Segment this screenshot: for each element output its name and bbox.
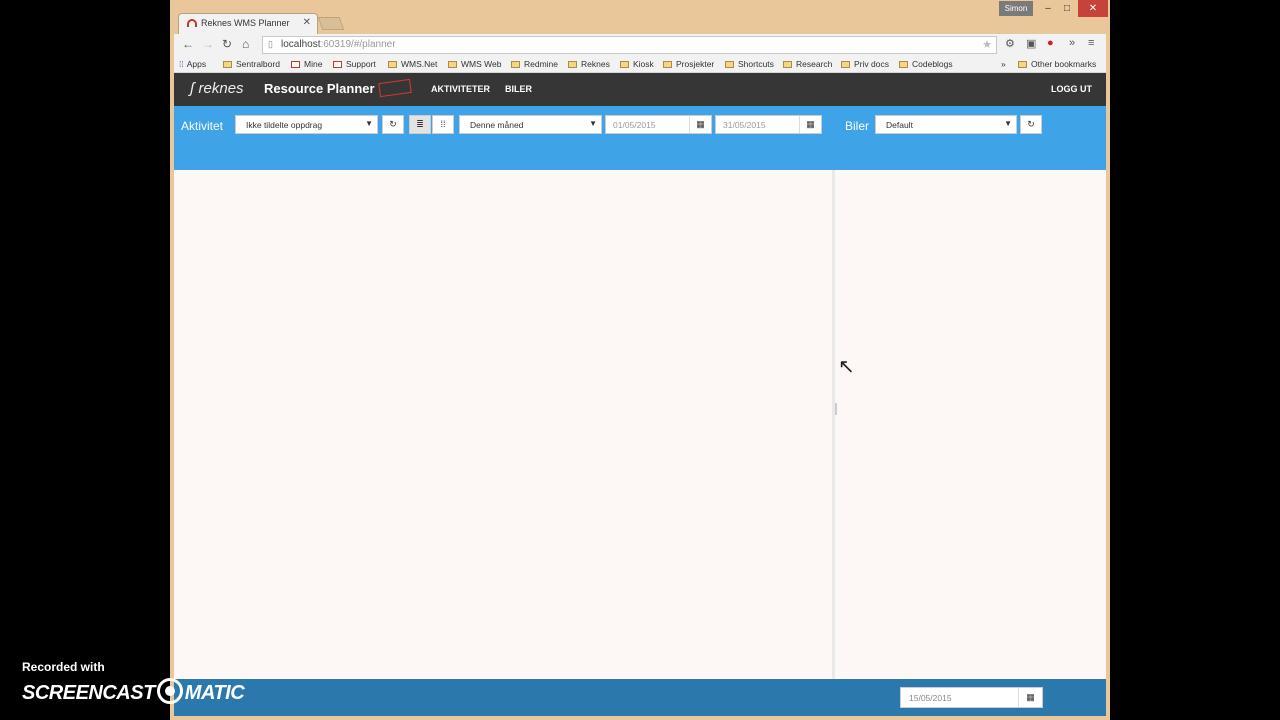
browser-toolbar: ← → ↻ ⌂ ▯ localhost:60319/#/planner ★ ⚙ … [174,34,1106,56]
url-host: localhost [281,39,321,50]
folder-icon [899,61,908,68]
minimize-icon[interactable]: – [1040,0,1056,17]
logout-link[interactable]: LOGG UT [1051,84,1092,94]
draft-stamp-icon [378,78,412,98]
browser-window: Reknes WMS Planner ✕ Simon – □ ✕ ← → ↻ ⌂… [170,0,1110,720]
refresh-icon: ↻ [1027,119,1035,129]
cars-pane [838,170,1106,679]
pane-splitter[interactable] [835,403,837,415]
maximize-icon[interactable]: □ [1059,0,1075,17]
bookmarks-bar: ⁞⁞ Apps Sentralbord Mine Support WMS.Net … [174,56,1106,73]
tab-strip: Reknes WMS Planner ✕ Simon – □ ✕ [170,0,1110,34]
close-tab-icon[interactable]: ✕ [303,17,311,28]
grid-icon: ⁞⁞ [440,119,446,129]
cars-label: Biler [845,119,870,133]
to-date-input[interactable]: 31/05/2015 ▦ [715,115,822,134]
bookmark-item[interactable]: Kiosk [620,59,654,69]
filter-bar: Aktivitet Ikke tildelte oppdrag ▼ ↻ ≣ ⁞⁞… [174,106,1106,170]
reload-icon[interactable]: ↻ [222,37,232,51]
folder-icon [388,61,397,68]
reknes-favicon-icon [187,19,197,27]
record-icon [156,678,183,704]
nav-activities[interactable]: AKTIVITETER [431,84,490,94]
grid-view-button[interactable]: ⁞⁞ [432,115,454,134]
opera-icon[interactable]: ● [1047,37,1054,49]
bookmark-item[interactable]: Sentralbord [223,59,280,69]
folder-icon [841,61,850,68]
bookmark-item[interactable]: Support [333,59,376,69]
page-icon: ▯ [268,39,273,49]
logo-mark-icon: ʃ [190,80,199,97]
folder-icon [663,61,672,68]
bookmark-item[interactable]: WMS.Net [388,59,437,69]
activity-label: Aktivitet [181,119,224,133]
app-title: Resource Planner [264,81,375,96]
nav-cars[interactable]: BILER [505,84,532,94]
folder-icon [725,61,734,68]
caret-down-icon: ▼ [589,119,597,128]
calendar-icon[interactable]: ▦ [689,116,711,133]
from-date-input[interactable]: 01/05/2015 ▦ [605,115,712,134]
footer-date-input[interactable]: 15/05/2015 ▦ [900,687,1043,708]
folder-icon [511,61,520,68]
caret-down-icon: ▼ [1004,119,1012,128]
list-icon: ≣ [416,119,424,129]
cast-icon[interactable]: ▣ [1026,37,1036,50]
mouse-cursor-icon: ↖ [838,356,855,378]
other-bookmarks[interactable]: Other bookmarks [1018,59,1096,69]
bookmark-apps[interactable]: ⁞⁞ Apps [179,59,206,69]
bookmarks-overflow[interactable]: » [1001,59,1006,69]
reknes-icon [291,61,300,68]
refresh-activities-button[interactable]: ↻ [382,115,404,134]
bookmark-item[interactable]: Priv docs [841,59,889,69]
back-icon[interactable]: ← [182,37,194,51]
new-tab-button[interactable] [317,17,345,30]
folder-icon [783,61,792,68]
footer-bar: 15/05/2015 ▦ [174,679,1106,716]
address-bar[interactable]: ▯ localhost:60319/#/planner ★ [262,36,997,54]
list-view-button[interactable]: ≣ [409,115,431,134]
bookmark-item[interactable]: Redmine [511,59,558,69]
calendar-icon[interactable]: ▦ [1018,688,1042,707]
bookmark-item[interactable]: Shortcuts [725,59,774,69]
folder-icon [568,61,577,68]
url-path: :60319/#/planner [320,39,396,50]
bookmark-star-icon[interactable]: ★ [982,38,992,51]
folder-icon [1018,61,1027,68]
menu-icon[interactable]: ≡ [1088,37,1094,49]
profile-button[interactable]: Simon [999,1,1033,16]
refresh-icon: ↻ [389,119,397,129]
reknes-icon [333,61,342,68]
period-select[interactable]: Denne måned ▼ [459,115,602,134]
bookmark-item[interactable]: Research [783,59,832,69]
watermark-caption: Recorded with [22,660,105,674]
reknes-logo[interactable]: ʃ reknes [190,80,244,97]
bookmark-item[interactable]: WMS Web [448,59,501,69]
folder-icon [448,61,457,68]
browser-tab[interactable]: Reknes WMS Planner ✕ [178,13,318,34]
tab-title: Reknes WMS Planner [201,18,290,28]
forward-icon[interactable]: → [202,37,214,51]
calendar-icon[interactable]: ▦ [799,116,821,133]
cars-select[interactable]: Default ▼ [875,115,1017,134]
apps-grid-icon: ⁞⁞ [179,59,184,69]
screencast-watermark: SCREENCAST MATIC [22,678,245,705]
caret-down-icon: ▼ [365,119,373,128]
app-viewport: ʃ reknes Resource Planner AKTIVITETER BI… [174,73,1106,716]
close-window-icon[interactable]: ✕ [1078,0,1108,17]
bookmark-item[interactable]: Mine [291,59,322,69]
extension-icon[interactable]: ⚙ [1005,37,1015,50]
folder-icon [620,61,629,68]
page-icon [223,61,232,68]
activity-pane [174,170,835,679]
home-icon[interactable]: ⌂ [242,37,249,51]
bookmark-item[interactable]: Codeblogs [899,59,953,69]
refresh-cars-button[interactable]: ↻ [1020,115,1042,134]
bookmark-item[interactable]: Prosjekter [663,59,714,69]
bookmark-item[interactable]: Reknes [568,59,610,69]
activity-select[interactable]: Ikke tildelte oppdrag ▼ [235,115,378,134]
more-extensions-icon[interactable]: » [1069,37,1075,49]
app-navbar: ʃ reknes Resource Planner AKTIVITETER BI… [174,73,1106,106]
